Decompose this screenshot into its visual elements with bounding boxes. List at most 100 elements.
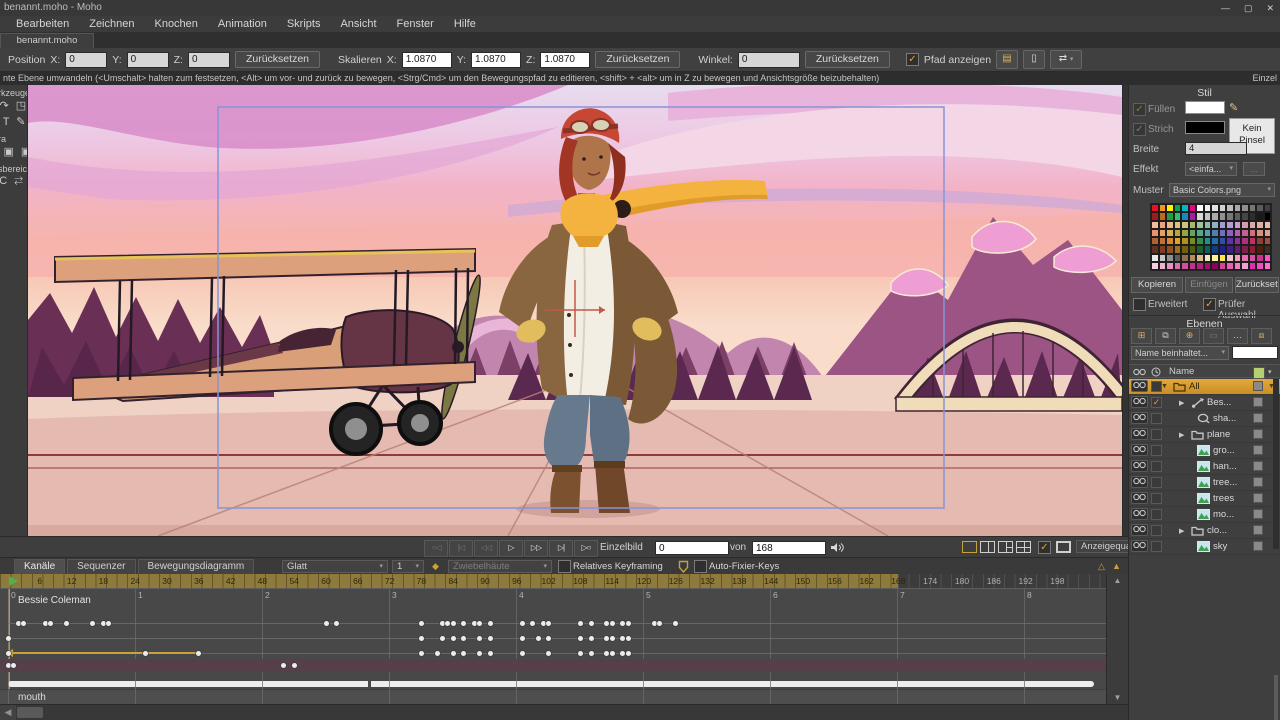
keyframe-dot[interactable] xyxy=(578,651,583,656)
palette-swatch[interactable] xyxy=(1196,212,1204,220)
angle-reset-button[interactable]: Zurücksetzen xyxy=(805,51,890,68)
keyframe-dot[interactable] xyxy=(419,621,424,626)
palette-swatch[interactable] xyxy=(1256,237,1264,245)
palette-swatch[interactable] xyxy=(1226,221,1234,229)
layer-visibility-icon[interactable] xyxy=(1131,412,1148,424)
palette-swatch[interactable] xyxy=(1159,254,1167,262)
palette-swatch[interactable] xyxy=(1189,254,1197,262)
keyframe-dot[interactable] xyxy=(435,651,440,656)
layer-row[interactable]: ▶clo... xyxy=(1129,523,1280,539)
palette-swatch[interactable] xyxy=(1181,229,1189,237)
keyframe-dot[interactable] xyxy=(610,621,615,626)
palette-swatch[interactable] xyxy=(1226,212,1234,220)
palette-swatch[interactable] xyxy=(1264,221,1272,229)
palette-swatch[interactable] xyxy=(1174,229,1182,237)
palette-swatch[interactable] xyxy=(1211,237,1219,245)
layer-row[interactable]: gro... xyxy=(1129,443,1280,459)
palette-swatch[interactable] xyxy=(1211,245,1219,253)
inspector-checkbox[interactable]: ✓ xyxy=(1203,298,1216,311)
palette-swatch[interactable] xyxy=(1181,212,1189,220)
keyframe-dot[interactable] xyxy=(488,651,493,656)
keyframe-dot[interactable] xyxy=(477,651,482,656)
palette-swatch[interactable] xyxy=(1174,237,1182,245)
effect-more-button[interactable]: ... xyxy=(1243,162,1265,176)
layer-checkbox[interactable] xyxy=(1151,413,1162,424)
palette-swatch[interactable] xyxy=(1226,237,1234,245)
palette-swatch[interactable] xyxy=(1159,262,1167,270)
swap-tool-icon[interactable]: ⇄ ▾ xyxy=(1050,50,1082,69)
layer-checkbox[interactable] xyxy=(1151,461,1162,472)
palette-swatch[interactable] xyxy=(1256,221,1264,229)
layer-visibility-icon[interactable] xyxy=(1131,492,1148,504)
palette-swatch[interactable] xyxy=(1264,229,1272,237)
interpolation-dropdown[interactable]: ▾Glatt xyxy=(282,560,388,573)
single-view-icon[interactable] xyxy=(962,541,977,553)
transport-button[interactable]: ▷ xyxy=(499,540,523,557)
palette-swatch[interactable] xyxy=(1211,204,1219,212)
stroke-width-input[interactable] xyxy=(1185,142,1247,155)
menu-item[interactable]: Fenster xyxy=(387,18,444,30)
palette-swatch[interactable] xyxy=(1249,212,1257,220)
palette-swatch[interactable] xyxy=(1264,254,1272,262)
palette-swatch[interactable] xyxy=(1151,237,1159,245)
palette-swatch[interactable] xyxy=(1249,237,1257,245)
keyframe-dot[interactable] xyxy=(589,651,594,656)
menu-item[interactable]: Animation xyxy=(208,18,277,30)
tool-button-row[interactable]: + ↷ ◳ xyxy=(0,99,27,115)
palette-swatch[interactable] xyxy=(1219,212,1227,220)
keyframe-dot[interactable] xyxy=(604,621,609,626)
keyframe-dot[interactable] xyxy=(610,651,615,656)
palette-swatch[interactable] xyxy=(1249,245,1257,253)
keyframe-dot[interactable] xyxy=(6,663,11,668)
layer-row[interactable]: trees xyxy=(1129,491,1280,507)
keyframe-dot[interactable] xyxy=(620,636,625,641)
palette-swatch[interactable] xyxy=(1234,204,1242,212)
palette-swatch[interactable] xyxy=(1196,254,1204,262)
palette-swatch[interactable] xyxy=(1159,245,1167,253)
palette-swatch[interactable] xyxy=(1241,245,1249,253)
layers-scrollbar-thumb[interactable] xyxy=(1274,675,1278,720)
keyframe-dot[interactable] xyxy=(626,636,631,641)
layer-row[interactable]: ▼All▼ xyxy=(1129,379,1280,395)
position-reset-button[interactable]: Zurücksetzen xyxy=(235,51,320,68)
palette-swatch[interactable] xyxy=(1234,262,1242,270)
timeline-tab[interactable]: Bewegungsdiagramm xyxy=(138,559,255,575)
split-view-3-icon[interactable] xyxy=(998,541,1013,553)
pattern-dropdown[interactable]: ▾Basic Colors.png xyxy=(1169,183,1275,197)
keyframe-dot[interactable] xyxy=(445,621,450,626)
palette-swatch[interactable] xyxy=(1151,254,1159,262)
layer-row[interactable]: ✓▶Bes... xyxy=(1129,395,1280,411)
timeline-zoom-in-icon[interactable]: ▲ xyxy=(1112,561,1121,571)
palette-swatch[interactable] xyxy=(1151,221,1159,229)
layer-visibility-icon[interactable] xyxy=(1131,444,1148,456)
palette-swatch[interactable] xyxy=(1264,237,1272,245)
keyframe-dot[interactable] xyxy=(6,636,11,641)
keyframe-dot[interactable] xyxy=(477,621,482,626)
keyframe-dot[interactable] xyxy=(64,621,69,626)
palette-swatch[interactable] xyxy=(1151,204,1159,212)
layer-visibility-icon[interactable] xyxy=(1131,524,1148,536)
layer-checkbox[interactable] xyxy=(1151,525,1162,536)
position-y-input[interactable] xyxy=(127,52,169,68)
keyframe-dot[interactable] xyxy=(626,651,631,656)
palette-swatch[interactable] xyxy=(1219,221,1227,229)
split-view-4-icon[interactable] xyxy=(1016,541,1031,553)
palette-swatch[interactable] xyxy=(1226,262,1234,270)
palette-swatch[interactable] xyxy=(1234,221,1242,229)
transport-button[interactable]: ▷○ xyxy=(574,540,598,557)
palette-swatch[interactable] xyxy=(1166,204,1174,212)
palette-swatch[interactable] xyxy=(1264,212,1272,220)
stroke-color-swatch[interactable] xyxy=(1185,121,1225,134)
layer-options-icon[interactable]: ▤ xyxy=(996,50,1018,69)
keyframe-dot[interactable] xyxy=(281,663,286,668)
palette-swatch[interactable] xyxy=(1256,229,1264,237)
keyframe-dot[interactable] xyxy=(620,621,625,626)
layer-color-chip[interactable] xyxy=(1253,493,1263,503)
keyframe-dot[interactable] xyxy=(451,621,456,626)
layer-color-chip[interactable] xyxy=(1253,461,1263,471)
transport-button[interactable]: ▷| xyxy=(549,540,573,557)
layer-color-chip[interactable] xyxy=(1253,445,1263,455)
frame-ruler[interactable]: 6121824303642485460667278849096102108114… xyxy=(0,574,1106,588)
palette-swatch[interactable] xyxy=(1211,229,1219,237)
stencil-frame-icon[interactable] xyxy=(1056,541,1071,553)
